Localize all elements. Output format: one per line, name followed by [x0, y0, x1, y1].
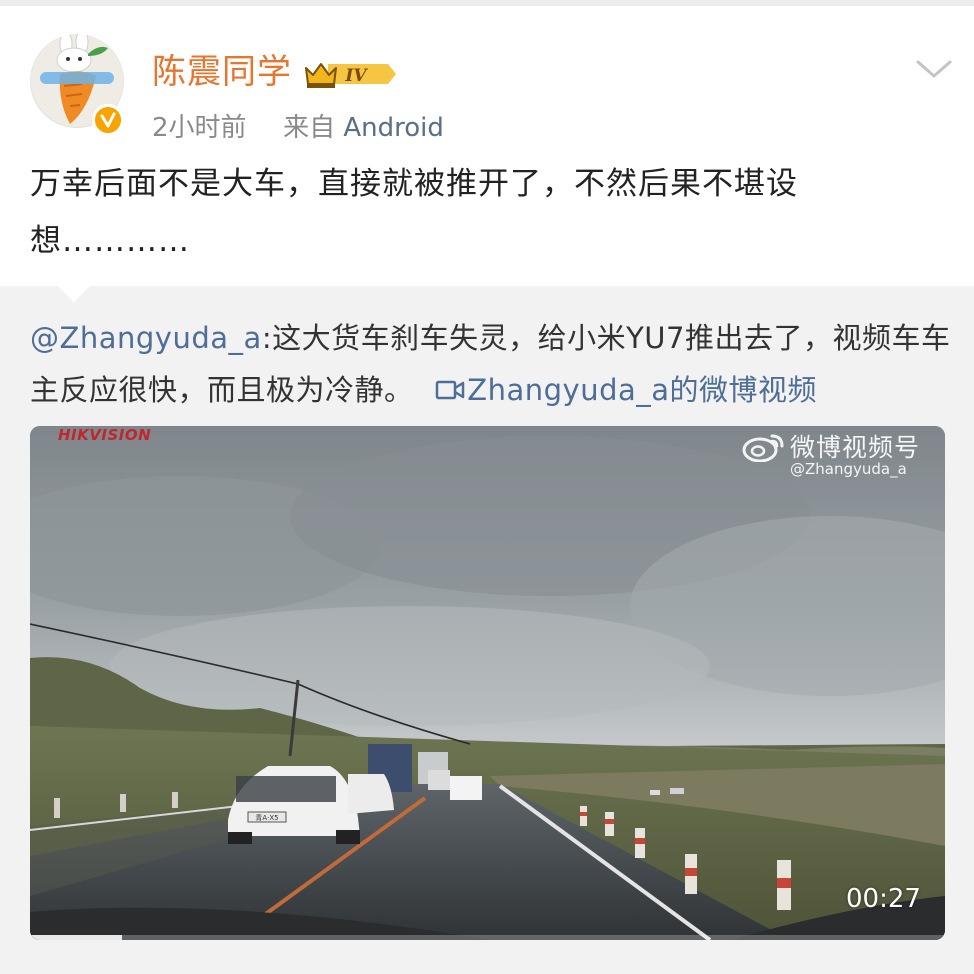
video-player[interactable]: 青A·X5 HIKVISION 微博视频号 @Zhangyuda_a 00:27 [30, 426, 945, 940]
weibo-post-page: 陈震同学 IV 2小时前 来自 Android 万幸后面不是大车，直接就被推开了… [0, 0, 974, 974]
source-prefix: 来自 [283, 113, 336, 143]
post-meta: 2小时前 来自 Android [152, 108, 444, 148]
video-link-label: Zhangyuda_a的微博视频 [467, 373, 818, 407]
video-duration: 00:27 [846, 884, 921, 914]
rank-label: IV [344, 66, 368, 86]
white-suv: 青A·X5 [228, 766, 360, 844]
repost-text: @Zhangyuda_a:这大货车刹车失灵，给小米YU7推出去了，视频车车主反应… [30, 312, 960, 418]
video-progress-fill [30, 935, 122, 940]
plate-text: 青A·X5 [255, 813, 278, 822]
verified-v-icon [92, 104, 124, 136]
post-source[interactable]: Android [343, 113, 444, 143]
post-time: 2小时前 [152, 113, 247, 143]
video-progress-bar[interactable] [30, 935, 945, 940]
video-watermark-user: @Zhangyuda_a [790, 460, 907, 478]
post-menu-button[interactable] [912, 56, 956, 84]
repost-notch [58, 286, 90, 302]
post-card: 陈震同学 IV 2小时前 来自 Android 万幸后面不是大车，直接就被推开了… [0, 6, 974, 286]
username[interactable]: 陈震同学 [152, 50, 292, 94]
post-text: 万幸后面不是大车，直接就被推开了，不然后果不堪设想………… [30, 166, 798, 259]
video-link[interactable]: Zhangyuda_a的微博视频 [435, 373, 817, 407]
chevron-down-icon [916, 60, 952, 78]
repost-mention[interactable]: @Zhangyuda_a [30, 321, 262, 355]
weibo-logo-icon [742, 432, 786, 463]
crown-icon: IV [305, 63, 396, 88]
rank-badge[interactable]: IV [304, 56, 398, 92]
video-watermark-title: 微博视频号 [790, 433, 921, 462]
video-frame: 青A·X5 [30, 426, 945, 940]
camera-brand-logo: HIKVISION [58, 426, 152, 444]
video-camera-icon [435, 366, 465, 418]
